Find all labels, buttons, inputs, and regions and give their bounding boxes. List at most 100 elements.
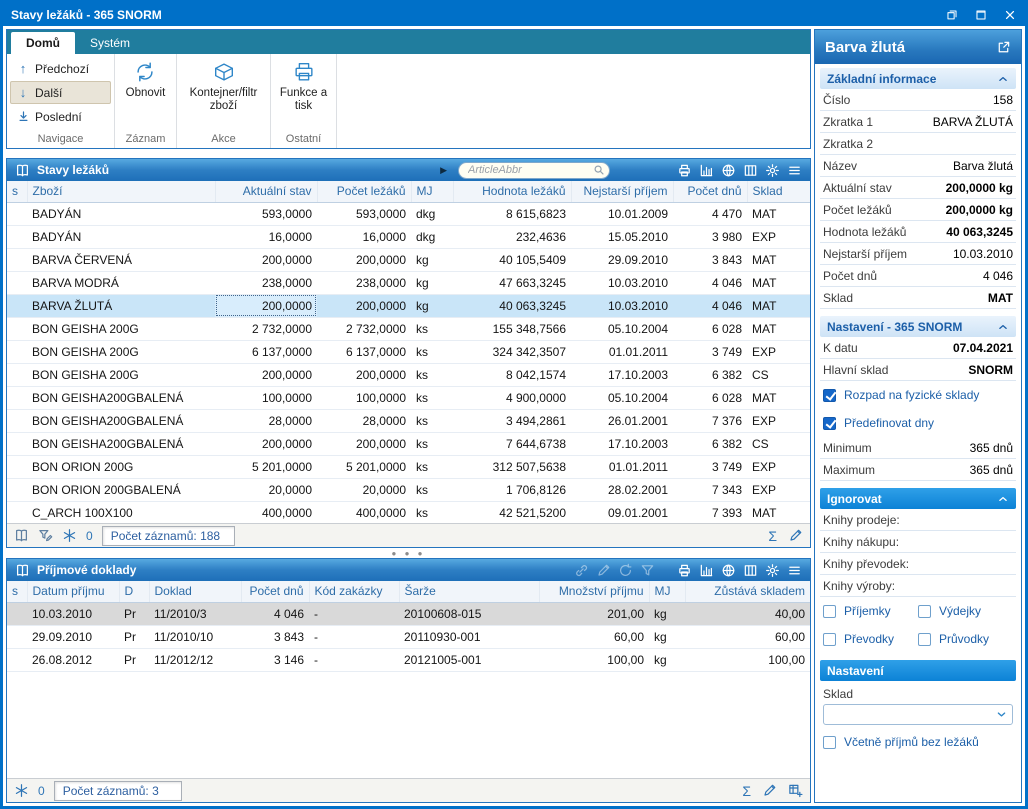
table-cell[interactable]: CS (747, 363, 810, 386)
column-header[interactable]: s (7, 581, 27, 602)
table-cell[interactable]: 26.08.2012 (27, 648, 119, 671)
table-cell[interactable]: 11/2010/10 (149, 625, 241, 648)
table-cell[interactable]: 20,0000 (215, 478, 317, 501)
column-header[interactable]: Sklad (747, 181, 810, 202)
table-cell[interactable]: 4 900,0000 (453, 386, 571, 409)
table-cell[interactable]: EXP (747, 455, 810, 478)
settings-icon[interactable] (764, 562, 781, 579)
table-cell[interactable]: BON GEISHA200GBALENÁ (27, 409, 215, 432)
table-cell[interactable]: 238,0000 (317, 271, 411, 294)
checkbox-row[interactable]: Předefinovat dny (820, 409, 1016, 437)
section-header[interactable]: Nastavení - 365 SNORM (820, 316, 1016, 337)
nav-last-button[interactable]: Poslední (10, 105, 111, 128)
table-row[interactable]: BON GEISHA 200G200,0000200,0000ks8 042,1… (7, 363, 810, 386)
table-cell[interactable]: 4 046 (241, 602, 309, 625)
table-cell[interactable]: MAT (747, 248, 810, 271)
table-cell[interactable]: - (309, 602, 399, 625)
table-cell[interactable]: 10.01.2009 (571, 202, 673, 225)
column-header[interactable]: Aktuální stav (215, 181, 317, 202)
table-row[interactable]: 26.08.2012Pr11/2012/123 146-20121005-001… (7, 648, 810, 671)
table-cell[interactable]: 15.05.2010 (571, 225, 673, 248)
table-cell[interactable] (7, 625, 27, 648)
search-input[interactable] (458, 162, 610, 179)
filter-edit-icon[interactable] (38, 528, 53, 543)
table-cell[interactable]: ks (411, 386, 453, 409)
checkbox[interactable] (823, 417, 836, 430)
table-cell[interactable] (7, 648, 27, 671)
settings-icon[interactable] (764, 162, 781, 179)
table-row[interactable]: BON GEISHA 200G6 137,00006 137,0000ks324… (7, 340, 810, 363)
table-cell[interactable] (7, 363, 27, 386)
table-cell[interactable]: 10.03.2010 (571, 271, 673, 294)
table-cell[interactable] (7, 340, 27, 363)
table-cell[interactable]: ks (411, 409, 453, 432)
table-cell[interactable]: ks (411, 363, 453, 386)
table-cell[interactable]: BON ORION 200GBALENÁ (27, 478, 215, 501)
table-cell[interactable]: 593,0000 (215, 202, 317, 225)
table-cell[interactable]: 3 749 (673, 340, 747, 363)
table-cell[interactable]: 09.01.2001 (571, 501, 673, 523)
table-cell[interactable]: 200,0000 (215, 363, 317, 386)
table-row[interactable]: BARVA ČERVENÁ200,0000200,0000kg40 105,54… (7, 248, 810, 271)
table-cell[interactable]: 28,0000 (317, 409, 411, 432)
checkbox-item[interactable]: Příjemky (823, 604, 918, 618)
checkbox-row[interactable]: Včetně příjmů bez ležáků (820, 728, 1016, 756)
table-cell[interactable]: MAT (747, 501, 810, 523)
table-cell[interactable]: EXP (747, 225, 810, 248)
maximize-icon[interactable] (974, 8, 988, 22)
checkbox[interactable] (918, 633, 931, 646)
snowflake-icon[interactable] (14, 783, 29, 798)
table-cell[interactable]: 155 348,7566 (453, 317, 571, 340)
table-row[interactable]: BON GEISHA 200G2 732,00002 732,0000ks155… (7, 317, 810, 340)
column-header[interactable]: Množství příjmu (539, 581, 649, 602)
checkbox[interactable] (823, 736, 836, 749)
table-cell[interactable]: 7 644,6738 (453, 432, 571, 455)
table-cell[interactable]: 05.10.2004 (571, 386, 673, 409)
table-cell[interactable]: 29.09.2010 (27, 625, 119, 648)
table-cell[interactable]: BON GEISHA 200G (27, 340, 215, 363)
table-row[interactable]: BON GEISHA200GBALENÁ100,0000100,0000ks4 … (7, 386, 810, 409)
table-row[interactable]: BADYÁN593,0000593,0000dkg8 615,682310.01… (7, 202, 810, 225)
table-cell[interactable]: ks (411, 432, 453, 455)
table-cell[interactable] (7, 202, 27, 225)
table-cell[interactable]: 10.03.2010 (27, 602, 119, 625)
table-cell[interactable]: 01.01.2011 (571, 340, 673, 363)
table-cell[interactable]: 40,00 (685, 602, 810, 625)
table-cell[interactable]: 60,00 (539, 625, 649, 648)
column-header[interactable]: Datum příjmu (27, 581, 119, 602)
table-cell[interactable]: Pr (119, 602, 149, 625)
refresh-button[interactable]: Obnovit (126, 57, 166, 130)
table-cell[interactable]: EXP (747, 340, 810, 363)
checkbox-item[interactable]: Převodky (823, 632, 918, 646)
table-cell[interactable] (7, 386, 27, 409)
table-cell[interactable]: ks (411, 455, 453, 478)
table-cell[interactable]: MAT (747, 202, 810, 225)
table-cell[interactable]: 4 046 (673, 271, 747, 294)
table-cell[interactable]: kg (411, 271, 453, 294)
table-cell[interactable]: 3 494,2861 (453, 409, 571, 432)
grid-splitter[interactable]: ● ● ● (6, 548, 811, 558)
table-cell[interactable]: 17.10.2003 (571, 432, 673, 455)
table-cell[interactable]: 40 063,3245 (453, 294, 571, 317)
table-cell[interactable]: 3 980 (673, 225, 747, 248)
splitter-arrow-icon[interactable]: ▶ (440, 165, 447, 176)
table-cell[interactable]: 2 732,0000 (215, 317, 317, 340)
table-cell[interactable]: 100,0000 (215, 386, 317, 409)
tab-system[interactable]: Systém (75, 32, 145, 54)
table-cell[interactable]: 11/2010/3 (149, 602, 241, 625)
table-cell[interactable]: 3 843 (241, 625, 309, 648)
table-cell[interactable]: Pr (119, 625, 149, 648)
chevron-up-icon[interactable] (997, 73, 1009, 85)
table-cell[interactable]: 4 046 (673, 294, 747, 317)
nav-next-button[interactable]: ↓ Další (10, 81, 111, 104)
columns-icon[interactable] (742, 562, 759, 579)
table-cell[interactable]: 01.01.2011 (571, 455, 673, 478)
table-cell[interactable]: - (309, 648, 399, 671)
table-cell[interactable]: 201,00 (539, 602, 649, 625)
table-cell[interactable]: 11/2012/12 (149, 648, 241, 671)
table-cell[interactable]: MAT (747, 386, 810, 409)
edit-icon[interactable] (762, 783, 777, 798)
section-header[interactable]: Nastavení (820, 660, 1016, 681)
table-cell[interactable]: dkg (411, 225, 453, 248)
table-cell[interactable]: BARVA ČERVENÁ (27, 248, 215, 271)
